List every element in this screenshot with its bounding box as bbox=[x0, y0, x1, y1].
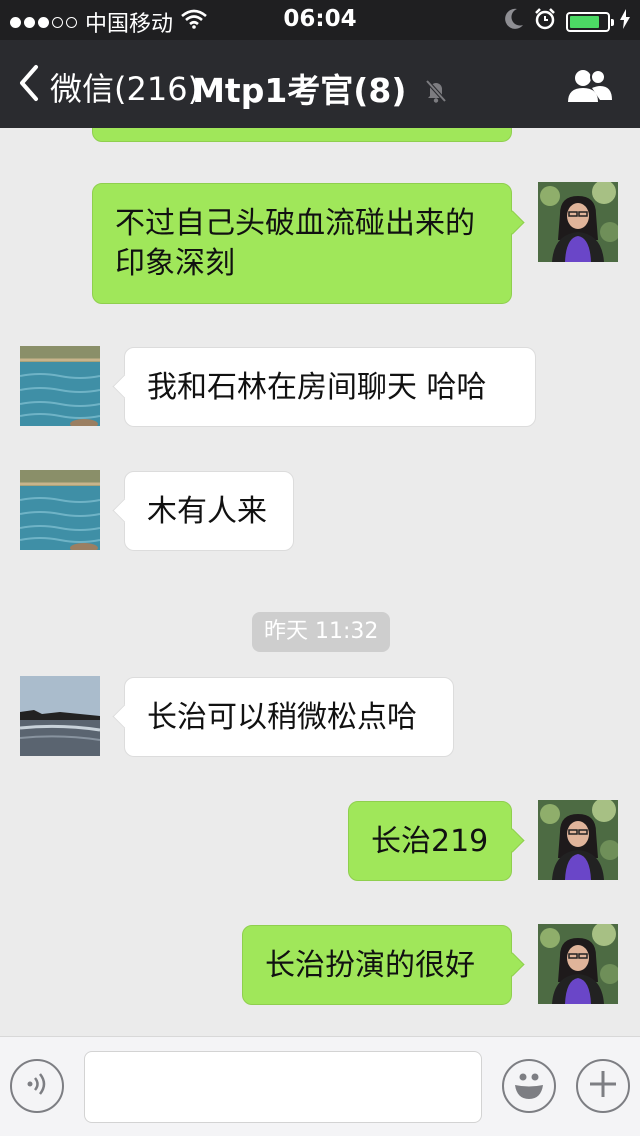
message-text: 长治扮演的很好 bbox=[265, 948, 475, 983]
sender-avatar[interactable] bbox=[20, 676, 100, 756]
message-bubble[interactable]: 长治扮演的很好 bbox=[242, 925, 512, 1005]
message-text-field[interactable] bbox=[84, 1051, 482, 1123]
message-row: 木有人来 bbox=[0, 470, 640, 554]
charging-icon bbox=[620, 9, 630, 35]
message-text: 长治可以稍微松点哈 bbox=[147, 700, 417, 735]
message-row-partial bbox=[0, 128, 640, 142]
message-row: 长治219 bbox=[0, 800, 640, 884]
sender-avatar[interactable] bbox=[20, 470, 100, 550]
my-avatar[interactable] bbox=[538, 182, 618, 262]
navigation-bar: 微信(216) Mtp1考官(8) bbox=[0, 40, 640, 128]
chat-title: Mtp1考官(8) bbox=[0, 64, 640, 112]
message-text: 不过自己头破血流碰出来的印象深刻 bbox=[115, 206, 475, 281]
chat-title-text: Mtp1考官(8) bbox=[192, 71, 407, 110]
message-bubble[interactable]: 长治219 bbox=[348, 801, 512, 881]
message-bubble[interactable]: 不过自己头破血流碰出来的印象深刻 bbox=[92, 183, 512, 304]
group-members-icon bbox=[566, 69, 614, 108]
message-row: 我和石林在房间聊天 哈哈 bbox=[0, 346, 640, 430]
message-bubble[interactable]: 我和石林在房间聊天 哈哈 bbox=[124, 347, 536, 427]
plus-icon bbox=[588, 1069, 618, 1103]
message-bubble[interactable]: 长治可以稍微松点哈 bbox=[124, 677, 454, 757]
voice-icon bbox=[23, 1070, 51, 1102]
sender-avatar[interactable] bbox=[20, 346, 100, 426]
mute-bell-icon bbox=[424, 73, 448, 112]
message-text: 我和石林在房间聊天 哈哈 bbox=[147, 370, 487, 405]
battery-icon bbox=[566, 12, 614, 32]
status-bar: 中国移动 06:04 bbox=[0, 0, 640, 40]
group-members-button[interactable] bbox=[566, 68, 614, 108]
message-text: 木有人来 bbox=[147, 494, 267, 529]
my-avatar[interactable] bbox=[538, 924, 618, 1004]
emoji-button[interactable] bbox=[502, 1059, 556, 1113]
moon-icon bbox=[504, 8, 524, 36]
message-text: 长治219 bbox=[371, 824, 489, 859]
message-bubble[interactable] bbox=[92, 128, 512, 142]
message-row: 长治扮演的很好 bbox=[0, 924, 640, 1008]
emoji-icon bbox=[509, 1064, 549, 1108]
voice-button[interactable] bbox=[10, 1059, 64, 1113]
alarm-icon bbox=[534, 8, 556, 36]
chat-message-list[interactable]: 不过自己头破血流碰出来的印象深刻 我和石林在房间聊天 哈哈 木有人来 昨天 11… bbox=[0, 128, 640, 1036]
more-button[interactable] bbox=[576, 1059, 630, 1113]
timestamp-label: 昨天 11:32 bbox=[252, 612, 391, 652]
status-right bbox=[504, 8, 630, 36]
message-bubble[interactable]: 木有人来 bbox=[124, 471, 294, 551]
message-input-bar bbox=[0, 1036, 640, 1136]
message-row: 不过自己头破血流碰出来的印象深刻 bbox=[0, 182, 640, 307]
message-row: 长治可以稍微松点哈 bbox=[0, 676, 640, 760]
my-avatar[interactable] bbox=[538, 800, 618, 880]
